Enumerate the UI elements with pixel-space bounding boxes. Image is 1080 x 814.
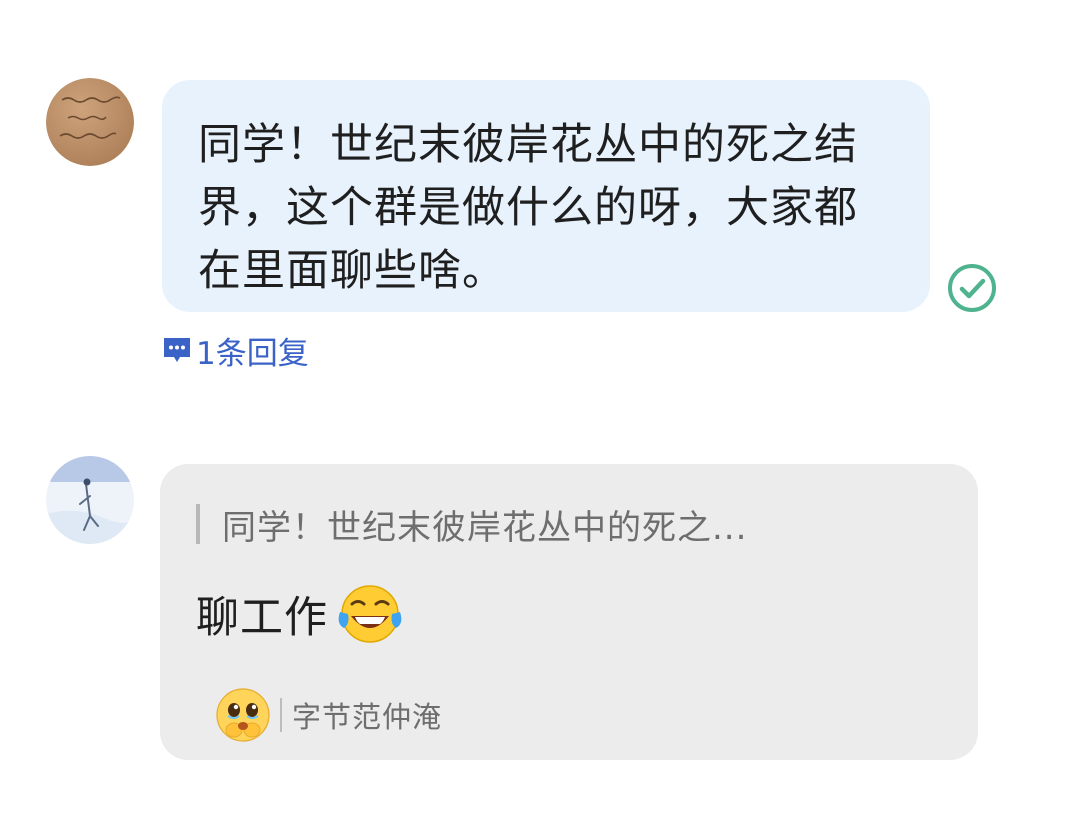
message-bubble[interactable]: 同学！世纪末彼岸花丛中的死之结界，这个群是做什么的呀，大家都在里面聊些啥。 (162, 80, 930, 312)
reply-bubble[interactable]: 同学！世纪末彼岸花丛中的死之... 聊工作 字节范仲淹 (160, 464, 978, 760)
quoted-message[interactable]: 同学！世纪末彼岸花丛中的死之... (222, 500, 747, 549)
reply-text: 聊工作 (196, 593, 328, 643)
comment-icon (164, 338, 190, 362)
sender-avatar[interactable] (46, 78, 134, 166)
reply-content: 聊工作 (196, 582, 406, 646)
avatar-image (46, 456, 134, 544)
reply-thread-link[interactable]: 1条回复 (162, 330, 309, 372)
laughing-emoji-icon (338, 585, 402, 643)
reaction-user-name[interactable]: 字节范仲淹 (292, 694, 442, 736)
holding-back-tears-emoji-icon (216, 688, 270, 742)
avatar-image (46, 78, 134, 166)
reaction-divider (280, 698, 282, 732)
message-text: 同学！世纪末彼岸花丛中的死之结界，这个群是做什么的呀，大家都在里面聊些啥。 (198, 120, 858, 296)
reply-count-label: 1条回复 (196, 335, 309, 372)
quote-divider (196, 504, 200, 544)
reaction-row[interactable]: 字节范仲淹 (214, 686, 442, 744)
sender-avatar[interactable] (46, 456, 134, 544)
check-circle-icon (946, 262, 998, 314)
